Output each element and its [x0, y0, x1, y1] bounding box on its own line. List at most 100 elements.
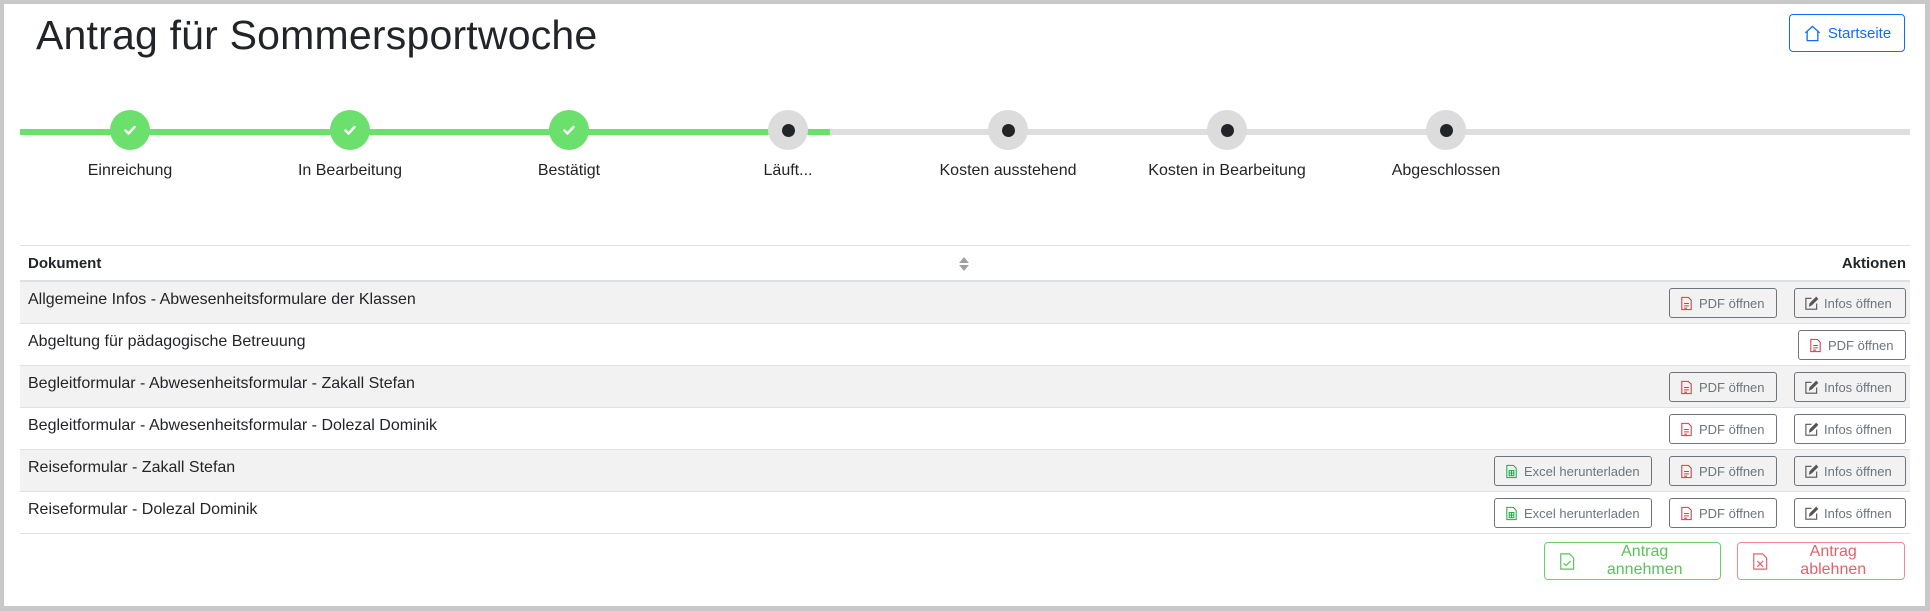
step-6: Kosten in Bearbeitung	[1107, 110, 1347, 180]
open-pdf-label: PDF öffnen	[1699, 421, 1765, 437]
table-row: Begleitformular - Abwesenheitsformular -…	[20, 408, 1910, 450]
column-header-actions: Aktionen	[1841, 254, 1906, 272]
table-row: Reiseformular - Zakall Stefan Excel herun…	[20, 450, 1910, 492]
page-title: Antrag für Sommersportwoche	[36, 12, 598, 58]
document-title: Begleitformular - Abwesenheitsformular -…	[28, 374, 415, 392]
download-excel-label: Excel herunterladen	[1524, 463, 1640, 479]
table-row: Abgeltung für pädagogische Betreuung PDF …	[20, 324, 1910, 366]
status-stepper: Einreichung In Bearbeitung Bestätigt Läuft.…	[20, 110, 1910, 190]
documents-table: Dokument Aktionen Allgemeine Infos - Abw…	[20, 245, 1910, 534]
pending-dot-icon	[781, 123, 795, 137]
pending-dot-icon	[1001, 123, 1015, 137]
open-pdf-label: PDF öffnen	[1699, 505, 1765, 521]
open-pdf-button[interactable]: PDF öffnen	[1669, 414, 1777, 444]
open-info-button[interactable]: Infos öffnen	[1794, 372, 1906, 402]
open-pdf-label: PDF öffnen	[1699, 379, 1765, 395]
open-info-button[interactable]: Infos öffnen	[1794, 498, 1906, 528]
step-5: Kosten ausstehend	[888, 110, 1128, 180]
step-label: Bestätigt	[537, 162, 601, 179]
check-icon	[344, 125, 356, 135]
open-info-button[interactable]: Infos öffnen	[1794, 456, 1906, 486]
table-row: Reiseformular - Dolezal Dominik Excel her…	[20, 492, 1910, 534]
document-title: Reiseformular - Zakall Stefan	[28, 458, 236, 476]
file-pdf-icon	[1681, 506, 1692, 520]
home-button-label: Startseite	[1827, 24, 1892, 42]
app-frame: Antrag für Sommersportwoche Startseite E…	[4, 4, 1925, 606]
check-icon	[563, 125, 575, 135]
step-pending-marker	[988, 110, 1028, 150]
row-actions: PDF öffnen Infos öffnen	[1669, 414, 1906, 444]
row-actions: Excel herunterladen PDF öffnen Infos öffne…	[1494, 498, 1906, 528]
file-pdf-icon	[1681, 296, 1692, 310]
open-info-label: Infos öffnen	[1824, 505, 1892, 521]
reject-request-button[interactable]: Antrag ablehnen	[1737, 542, 1905, 580]
column-header-document[interactable]: Dokument	[20, 255, 101, 272]
step-label: Einreichung	[87, 162, 173, 179]
download-excel-button[interactable]: Excel herunterladen	[1494, 498, 1652, 528]
pencil-square-icon	[1805, 296, 1819, 310]
document-title: Reiseformular - Dolezal Dominik	[28, 500, 258, 518]
step-1: Einreichung	[10, 110, 250, 180]
row-actions: PDF öffnen	[1798, 330, 1906, 360]
step-complete-marker	[549, 110, 589, 150]
open-info-button[interactable]: Infos öffnen	[1794, 414, 1906, 444]
open-pdf-button[interactable]: PDF öffnen	[1669, 288, 1777, 318]
pencil-square-icon	[1805, 380, 1819, 394]
file-pdf-icon	[1810, 338, 1821, 352]
row-actions: PDF öffnen Infos öffnen	[1669, 372, 1906, 402]
step-label: Läuft...	[763, 162, 813, 179]
open-pdf-label: PDF öffnen	[1699, 463, 1765, 479]
step-3: Bestätigt	[449, 110, 689, 180]
pending-dot-icon	[1439, 123, 1453, 137]
open-pdf-label: PDF öffnen	[1828, 337, 1894, 353]
file-spreadsheet-icon	[1506, 506, 1517, 520]
step-label: Kosten ausstehend	[939, 162, 1077, 179]
file-pdf-icon	[1681, 464, 1692, 478]
row-actions: Excel herunterladen PDF öffnen Infos öffne…	[1494, 456, 1906, 486]
open-info-button[interactable]: Infos öffnen	[1794, 288, 1906, 318]
table-header: Dokument Aktionen	[20, 245, 1910, 282]
step-4: Läuft...	[668, 110, 908, 180]
open-pdf-button[interactable]: PDF öffnen	[1798, 330, 1906, 360]
file-x-icon	[1753, 552, 1768, 570]
file-pdf-icon	[1681, 422, 1692, 436]
row-actions: PDF öffnen Infos öffnen	[1669, 288, 1906, 318]
pending-dot-icon	[1220, 123, 1234, 137]
file-check-icon	[1560, 552, 1575, 570]
reject-request-label: Antrag ablehnen	[1800, 543, 1867, 578]
step-pending-marker	[1426, 110, 1466, 150]
open-info-label: Infos öffnen	[1824, 379, 1892, 395]
sort-icon[interactable]	[958, 256, 970, 272]
decision-actions: Antrag annehmen Antrag ablehnen	[1544, 542, 1905, 580]
step-2: In Bearbeitung	[230, 110, 470, 180]
open-pdf-button[interactable]: PDF öffnen	[1669, 372, 1777, 402]
document-title: Allgemeine Infos - Abwesenheitsformulare…	[28, 290, 416, 308]
step-label: Kosten in Bearbeitung	[1148, 162, 1306, 179]
accept-request-button[interactable]: Antrag annehmen	[1544, 542, 1721, 580]
open-pdf-button[interactable]: PDF öffnen	[1669, 498, 1777, 528]
open-info-label: Infos öffnen	[1824, 463, 1892, 479]
document-title: Begleitformular - Abwesenheitsformular -…	[28, 416, 438, 434]
open-info-label: Infos öffnen	[1824, 295, 1892, 311]
pencil-square-icon	[1805, 506, 1819, 520]
file-pdf-icon	[1681, 380, 1692, 394]
file-spreadsheet-icon	[1506, 464, 1517, 478]
house-icon	[1804, 24, 1820, 41]
step-complete-marker	[330, 110, 370, 150]
pencil-square-icon	[1805, 464, 1819, 478]
step-complete-marker	[110, 110, 150, 150]
step-label: In Bearbeitung	[297, 162, 403, 179]
home-button[interactable]: Startseite	[1789, 14, 1905, 52]
pencil-square-icon	[1805, 422, 1819, 436]
step-label: Abgeschlossen	[1391, 162, 1501, 179]
open-pdf-button[interactable]: PDF öffnen	[1669, 456, 1777, 486]
table-row: Allgemeine Infos - Abwesenheitsformulare…	[20, 282, 1910, 324]
document-title: Abgeltung für pädagogische Betreuung	[28, 332, 306, 350]
check-icon	[124, 125, 136, 135]
table-row: Begleitformular - Abwesenheitsformular -…	[20, 366, 1910, 408]
open-pdf-label: PDF öffnen	[1699, 295, 1765, 311]
download-excel-button[interactable]: Excel herunterladen	[1494, 456, 1652, 486]
accept-request-label: Antrag annehmen	[1606, 543, 1683, 578]
open-info-label: Infos öffnen	[1824, 421, 1892, 437]
step-7: Abgeschlossen	[1326, 110, 1566, 180]
